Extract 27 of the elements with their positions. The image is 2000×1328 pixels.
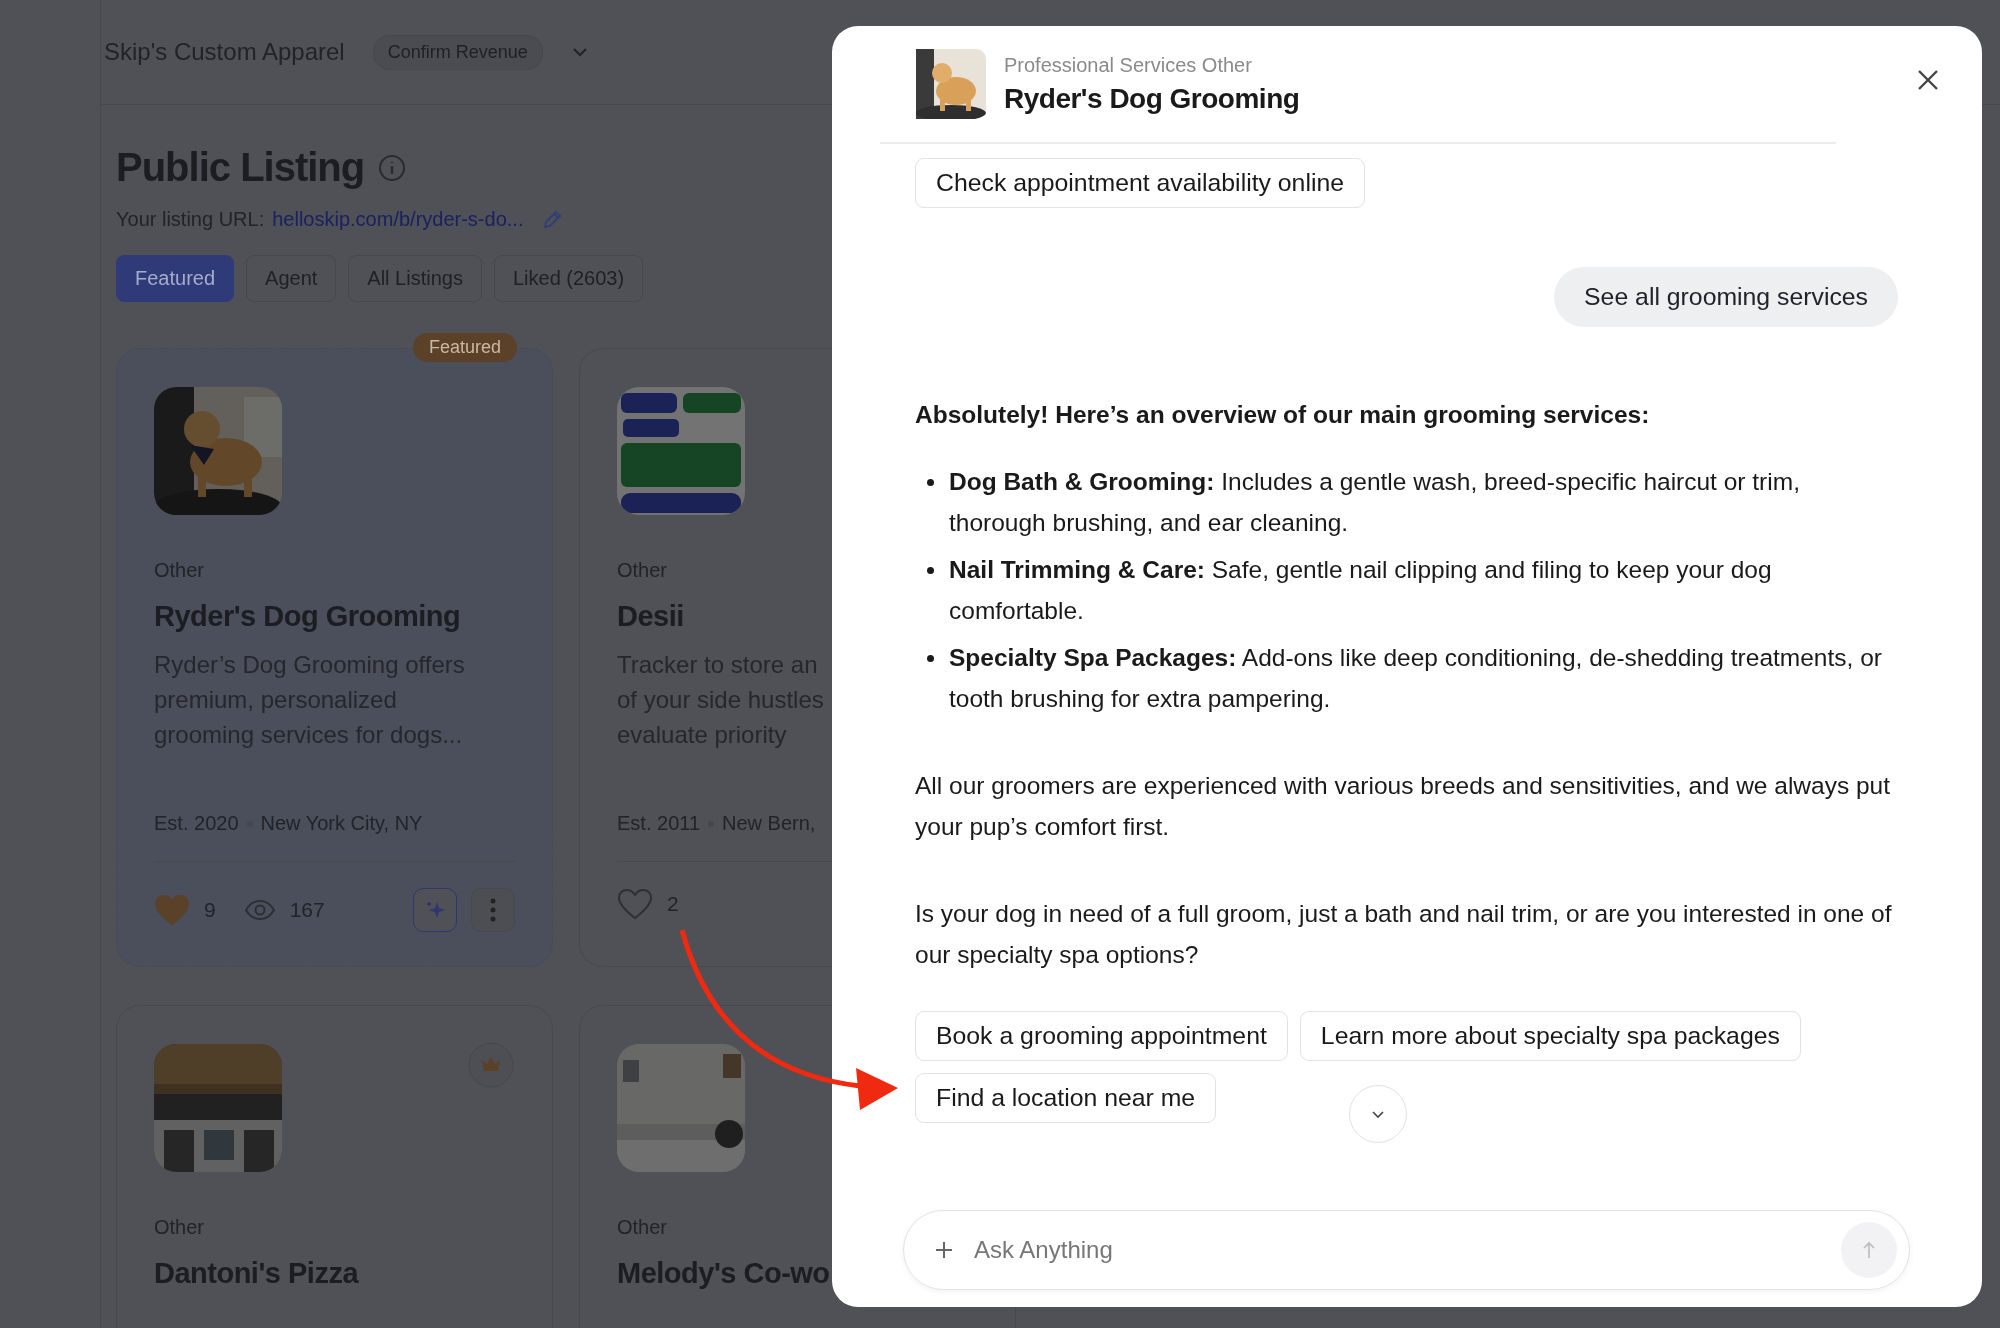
crown-icon[interactable]	[468, 1042, 514, 1088]
bullet-point	[927, 655, 934, 662]
suggestion-chip[interactable]: Learn more about specialty spa packages	[1299, 1011, 1801, 1061]
heart-icon[interactable]	[617, 888, 653, 920]
bullet-point	[927, 479, 934, 486]
dialog-title: Ryder's Dog Grooming	[1004, 82, 1300, 115]
info-icon[interactable]	[378, 153, 407, 182]
featured-badge: Featured	[412, 333, 517, 362]
chevron-down-icon	[1370, 1109, 1386, 1119]
plus-icon[interactable]	[934, 1240, 954, 1260]
suggestion-chip[interactable]: Book a grooming appointment	[915, 1011, 1288, 1061]
send-button[interactable]	[1841, 1222, 1897, 1278]
arrow-up-icon	[1862, 1240, 1876, 1260]
chevron-down-icon[interactable]	[570, 46, 589, 58]
suggestion-chip[interactable]: Find a location near me	[915, 1073, 1217, 1123]
more-icon	[490, 898, 496, 922]
heart-icon[interactable]	[154, 894, 190, 926]
sparkle-button[interactable]	[413, 888, 457, 932]
pencil-icon[interactable]	[541, 208, 564, 231]
filter-tab[interactable]: Featured	[116, 255, 235, 302]
more-button[interactable]	[471, 888, 515, 932]
bullet-point	[927, 567, 934, 574]
business-category: Professional Services Other	[1004, 53, 1252, 77]
eye-icon	[243, 899, 276, 921]
suggestion-chip[interactable]: Check appointment availability online	[915, 158, 1365, 208]
listing-title: Ryder's Dog Grooming	[154, 600, 462, 633]
user-message: See all grooming services	[1554, 267, 1898, 327]
